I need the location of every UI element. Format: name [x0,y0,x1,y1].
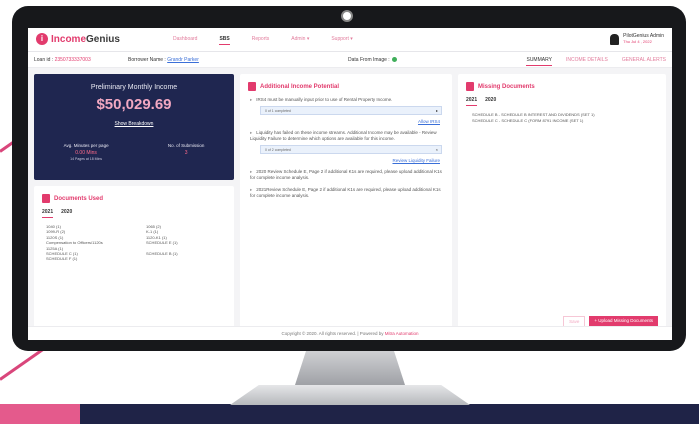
income-potential-icon [248,82,256,91]
list-item [146,256,206,261]
tab-general-alerts[interactable]: GENERAL ALERTS [622,57,666,66]
potential-item-1: ▸ IRS4 must be manually input prior to us… [250,97,393,102]
income-stats: Avg. Minutes per page 0.00 Mins 14 Pages… [34,143,234,161]
avg-minutes-stat: Avg. Minutes per page 0.00 Mins 14 Pages… [63,143,109,161]
logo-text-suffix: Genius [86,33,120,45]
preliminary-income-card: Preliminary Monthly Income $50,029.69 Sh… [34,74,234,180]
app-logo[interactable]: i IncomeGenius [36,33,120,45]
app-screen: i IncomeGenius Dashboard SBS Reports Adm… [28,28,672,340]
decorative-band-navy [80,404,699,424]
expand-icon[interactable]: ▸ [436,108,438,113]
tab-year-2021[interactable]: 2021 [42,209,54,218]
sub-navigation: Loan id : 2350733337003 Borrower Name : … [28,52,672,68]
missing-title: Missing Documents [478,83,535,90]
user-menu[interactable]: PilotGenius Admin Thu Jul 4 , 2022 [610,33,664,45]
documents-title: Documents Used [54,195,104,202]
income-amount: $50,029.69 [96,96,172,113]
potential-title: Additional Income Potential [260,83,340,90]
borrower-name-link[interactable]: Grandr Parker [167,57,199,63]
submissions-stat: No. of Submission 3 [167,143,205,156]
monitor-stand-neck [295,351,405,385]
missing-doc-icon [466,82,474,91]
marketing-scene: i IncomeGenius Dashboard SBS Reports Adm… [0,0,699,424]
tab-summary[interactable]: SUMMARY [526,57,552,66]
documents-used-card: Documents Used 2021 2020 1040 (1) 1065 (… [34,186,234,332]
footer-brand-link[interactable]: Mitra Automation [385,331,419,336]
progress-box-1[interactable]: 0 of 1 completed ▸ [260,106,442,115]
monitor-frame: i IncomeGenius Dashboard SBS Reports Adm… [12,6,686,351]
tab-income-details[interactable]: INCOME DETAILS [566,57,608,66]
missing-year-tabs: 2021 2020 [458,91,666,106]
page-footer: Copyright © 2020. All rights reserved. |… [28,326,672,340]
logo-text-prefix: Income [51,33,87,45]
close-icon[interactable]: × [436,147,438,152]
nav-support[interactable]: Support ▾ [331,36,352,45]
documents-year-tabs: 2021 2020 [34,203,234,218]
potential-item-2: ▸ Liquidity has failed on these income st… [250,130,437,141]
tab-year-2020[interactable]: 2020 [61,209,72,218]
show-breakdown-link[interactable]: Show Breakdown [34,121,234,127]
loan-id-value[interactable]: 2350733337003 [55,57,91,63]
view-tabs: SUMMARY INCOME DETAILS GENERAL ALERTS [526,57,666,66]
top-navigation: i IncomeGenius Dashboard SBS Reports Adm… [28,28,672,52]
additional-income-card: Additional Income Potential ▸ IRS4 must b… [240,74,452,332]
nav-sbs[interactable]: SBS [219,36,230,45]
borrower-name: Borrower Name : Grandr Parker [128,57,199,63]
nav-admin[interactable]: Admin ▾ [291,36,309,45]
potential-item-3: ▸ 2020 Review Schedule E, Page 2 if addit… [250,169,442,180]
user-date: Thu Jul 4 , 2022 [623,39,652,44]
main-nav: Dashboard SBS Reports Admin ▾ Support ▾ [173,36,353,45]
logo-icon: i [36,33,48,45]
nav-dashboard[interactable]: Dashboard [173,36,197,45]
list-item: SCHEDULE C - SCHEDULE C (FORM 8791 INCOM… [472,117,584,123]
allow-irs4-link[interactable]: Allow IRS4 [240,115,452,130]
list-item: SCHEDULE F (1) [46,256,78,262]
potential-item-4: ▸ 2021Review Schedule E, Page 2 if additi… [250,187,441,198]
nav-reports[interactable]: Reports [252,36,270,45]
income-title: Preliminary Monthly Income [90,84,178,91]
document-icon [42,194,50,203]
missing-documents-list: SCHEDULE B - SCHEDULE B INTEREST AND DIV… [458,106,666,123]
camera-icon [341,10,353,22]
tab-year-2020[interactable]: 2020 [485,97,496,106]
missing-documents-card: Missing Documents 2021 2020 SCHEDULE B -… [458,74,666,332]
monitor-stand-base [230,385,470,405]
status-dot-icon [391,57,397,63]
progress-box-2[interactable]: 0 of 2 completed × [260,145,442,154]
tab-year-2021[interactable]: 2021 [466,97,478,106]
user-icon [610,33,620,45]
loan-id: Loan id : 2350733337003 [34,57,91,63]
review-liquidity-link[interactable]: Review Liquidity Failure [240,154,452,169]
data-from-image: Data From Image : [348,57,397,63]
decorative-band-pink [0,404,80,424]
documents-list: 1040 (1) 1065 (2) 1099-R (2) K-1 (1) 112… [34,218,234,262]
